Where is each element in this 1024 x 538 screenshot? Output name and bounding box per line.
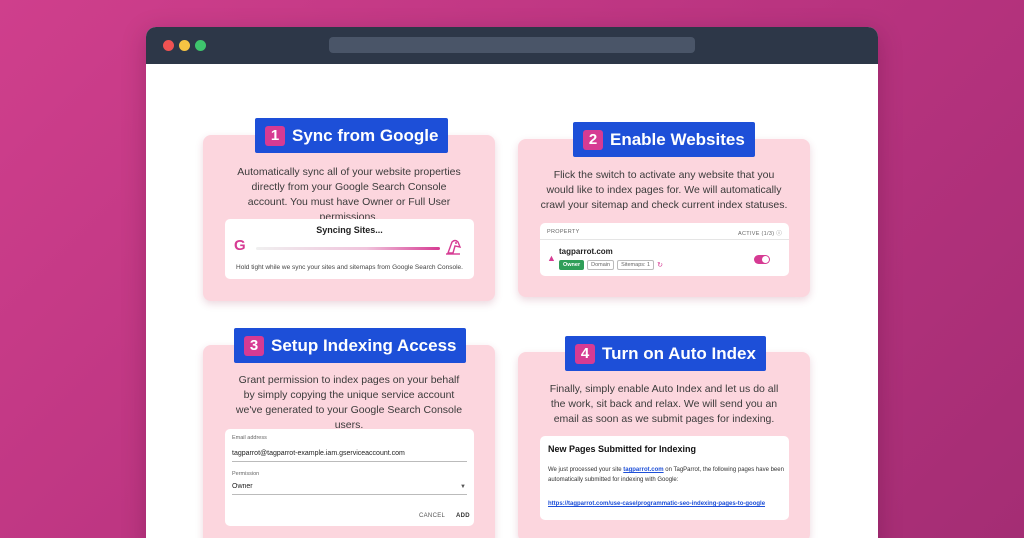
sync-progress-bar bbox=[256, 247, 440, 250]
step3-title: Setup Indexing Access bbox=[271, 335, 457, 355]
step2-title: Enable Websites bbox=[610, 129, 745, 149]
step4-number: 4 bbox=[575, 343, 595, 364]
active-count: ACTIVE (1/3) bbox=[738, 231, 775, 237]
refresh-icon[interactable]: ↻ bbox=[657, 261, 663, 269]
domain-badge: Domain bbox=[587, 260, 615, 270]
step1-description: Automatically sync all of your website p… bbox=[237, 166, 461, 223]
header-divider bbox=[540, 239, 789, 240]
step2-number: 2 bbox=[583, 129, 603, 150]
add-user-form: Email address tagparrot@tagparrot-exampl… bbox=[225, 429, 474, 526]
step1-title: Sync from Google bbox=[292, 125, 439, 145]
step4-title: Turn on Auto Index bbox=[602, 343, 756, 363]
chevron-down-icon[interactable]: ▼ bbox=[460, 484, 466, 490]
site-active-toggle[interactable] bbox=[754, 255, 770, 264]
cancel-button[interactable]: CANCEL bbox=[419, 513, 445, 519]
browser-window: Automatically sync all of your website p… bbox=[146, 27, 878, 538]
step4-description: Finally, simply enable Auto Index and le… bbox=[549, 383, 779, 425]
email-field[interactable]: tagparrot@tagparrot-example.iam.gservice… bbox=[232, 450, 405, 457]
permission-underline bbox=[232, 494, 467, 495]
permission-label: Permission bbox=[232, 471, 260, 477]
maximize-window-button[interactable] bbox=[195, 40, 206, 51]
step-card-access: Grant permission to index pages on your … bbox=[203, 345, 495, 538]
submitted-page-link[interactable]: https://tagparrot.com/use-case/programma… bbox=[548, 501, 765, 507]
sync-panel-note: Hold tight while we sync your sites and … bbox=[236, 264, 463, 271]
browser-titlebar bbox=[146, 27, 878, 64]
step2-description: Flick the switch to activate any website… bbox=[540, 169, 788, 211]
site-tags: Owner Domain Sitemaps: 1 ↻ bbox=[559, 260, 663, 270]
help-icon: ⓘ bbox=[776, 231, 782, 237]
sync-panel-title: Syncing Sites... bbox=[316, 225, 383, 235]
step-card-enable: Flick the switch to activate any website… bbox=[518, 139, 810, 297]
email-underline bbox=[232, 461, 467, 462]
email-text-before: We just processed your site bbox=[548, 467, 624, 473]
step3-description: Grant permission to index pages on your … bbox=[235, 374, 463, 431]
active-column-header: ACTIVE (1/3) ⓘ bbox=[738, 229, 782, 237]
sitemaps-badge: Sitemaps: 1 bbox=[617, 260, 655, 270]
permission-select[interactable]: Owner bbox=[232, 483, 253, 490]
site-parrot-icon: ▲ bbox=[547, 253, 556, 263]
email-preview-body: We just processed your site tagparrot.co… bbox=[548, 465, 784, 485]
email-site-link[interactable]: tagparrot.com bbox=[623, 467, 663, 473]
owner-badge: Owner bbox=[559, 260, 585, 270]
parrot-icon bbox=[446, 239, 462, 255]
page-content: Automatically sync all of your website p… bbox=[146, 64, 878, 538]
add-button[interactable]: ADD bbox=[456, 513, 470, 519]
step3-title-badge: 3 Setup Indexing Access bbox=[234, 328, 467, 363]
email-preview: New Pages Submitted for Indexing We just… bbox=[540, 436, 789, 520]
minimize-window-button[interactable] bbox=[179, 40, 190, 51]
site-name: tagparrot.com bbox=[559, 247, 613, 256]
property-table-header: PROPERTY ACTIVE (1/3) ⓘ bbox=[547, 229, 782, 237]
address-bar[interactable] bbox=[329, 37, 695, 53]
property-column-header: PROPERTY bbox=[547, 229, 580, 235]
step3-number: 3 bbox=[244, 335, 264, 356]
step-card-sync: Automatically sync all of your website p… bbox=[203, 135, 495, 301]
email-preview-title: New Pages Submitted for Indexing bbox=[548, 444, 697, 454]
step-card-auto-index: Finally, simply enable Auto Index and le… bbox=[518, 352, 810, 538]
step4-title-badge: 4 Turn on Auto Index bbox=[565, 336, 766, 371]
property-panel: PROPERTY ACTIVE (1/3) ⓘ ▲ tagparrot.com … bbox=[540, 223, 789, 276]
step1-number: 1 bbox=[265, 125, 285, 146]
google-icon: G bbox=[234, 237, 246, 254]
sync-panel: Syncing Sites... G Hold tight while we s… bbox=[225, 219, 474, 279]
step2-title-badge: 2 Enable Websites bbox=[573, 122, 755, 157]
close-window-button[interactable] bbox=[163, 40, 174, 51]
step1-title-badge: 1 Sync from Google bbox=[255, 118, 449, 153]
email-label: Email address bbox=[232, 435, 267, 441]
